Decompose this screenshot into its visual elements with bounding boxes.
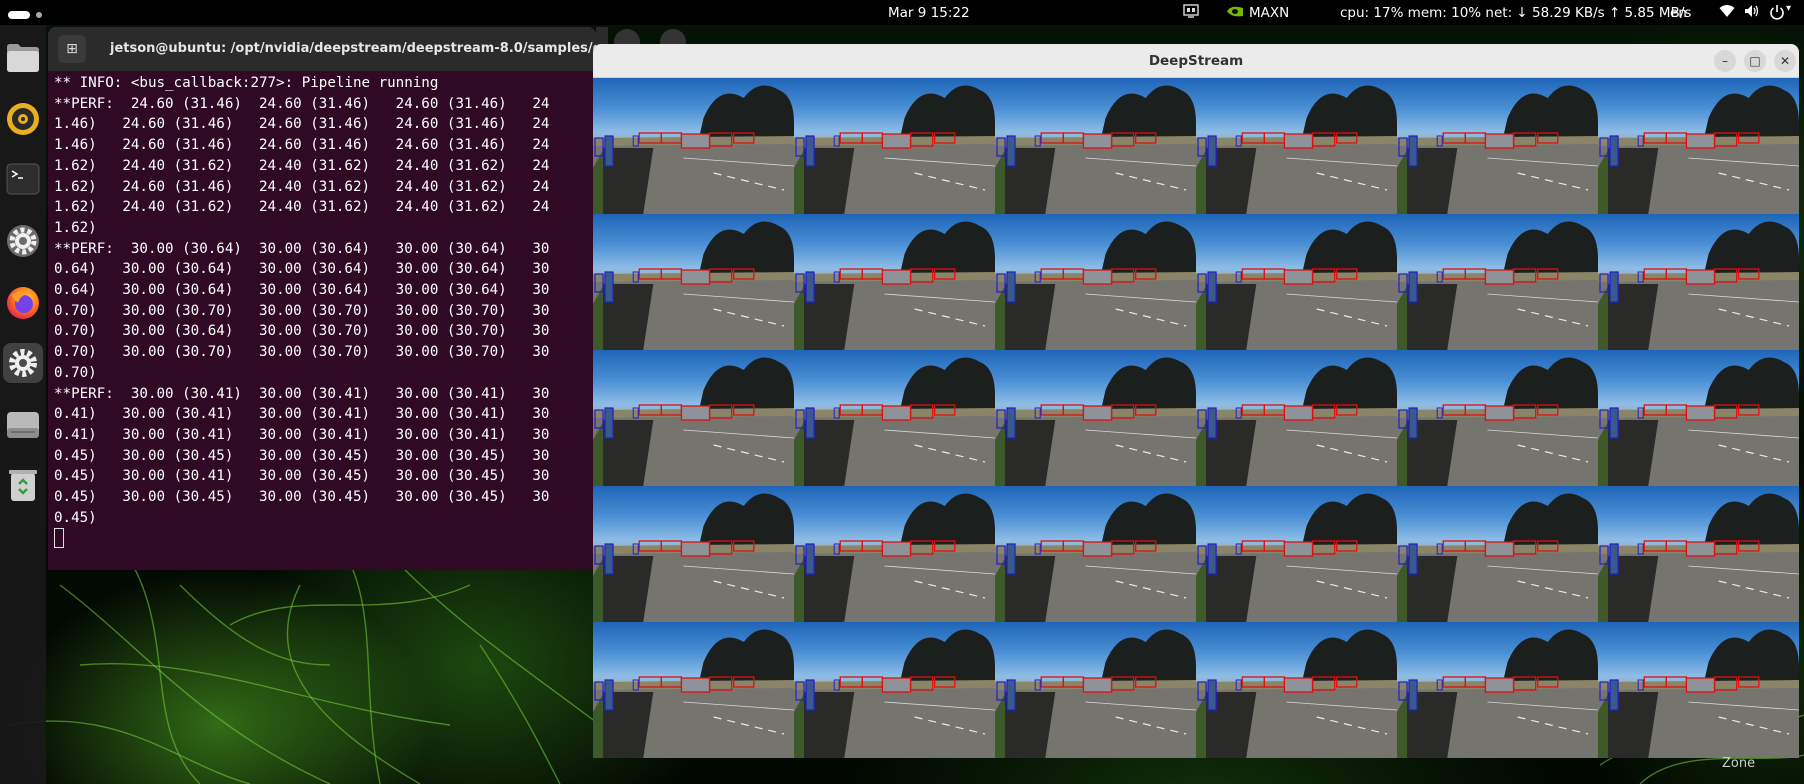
terminal-title: jetson@ubuntu: /opt/nvidia/deepstream/de… — [110, 41, 596, 56]
video-tile — [794, 622, 995, 758]
terminal-line: **PERF: 24.60 (31.46) 24.60 (31.46) 24.6… — [54, 95, 550, 112]
new-tab-button[interactable]: ⊞ — [58, 35, 86, 63]
desktop-zone-label: Zone — [1722, 756, 1756, 771]
terminal-line: 0.64) 30.00 (30.64) 30.00 (30.64) 30.00 … — [54, 282, 550, 299]
maximize-button[interactable]: □ — [1744, 50, 1766, 72]
video-tile — [593, 78, 794, 214]
window-title: DeepStream — [1148, 53, 1244, 69]
workspace-dot[interactable] — [36, 12, 42, 18]
deepstream-window[interactable]: DeepStream – □ ✕ — [593, 44, 1799, 758]
files-icon[interactable] — [3, 37, 43, 77]
video-tile — [995, 214, 1196, 350]
keyboard-language[interactable]: en — [1670, 5, 1687, 21]
video-tile — [1397, 78, 1598, 214]
power-icon[interactable] — [1769, 4, 1785, 24]
video-tile — [1598, 350, 1799, 486]
terminal-header[interactable]: ⊞ jetson@ubuntu: /opt/nvidia/deepstream/… — [48, 27, 596, 71]
terminal-line: 1.46) 24.60 (31.46) 24.60 (31.46) 24.60 … — [54, 116, 550, 133]
video-tile — [794, 350, 995, 486]
terminal-line: 0.45) 30.00 (30.45) 30.00 (30.45) 30.00 … — [54, 489, 550, 506]
terminal-line: 0.70) 30.00 (30.64) 30.00 (30.70) 30.00 … — [54, 323, 550, 340]
drive-icon[interactable] — [3, 405, 43, 445]
monitor-icon[interactable] — [1183, 4, 1199, 23]
video-tile — [1196, 78, 1397, 214]
terminal-line: 1.62) — [54, 219, 97, 236]
settings-icon[interactable] — [3, 221, 43, 261]
deepstream-titlebar[interactable]: DeepStream – □ ✕ — [593, 44, 1799, 78]
terminal-icon[interactable] — [3, 159, 43, 199]
video-tile — [1196, 214, 1397, 350]
trash-icon[interactable] — [3, 465, 43, 505]
rhythmbox-icon[interactable] — [3, 99, 43, 139]
terminal-line: 0.41) 30.00 (30.41) 30.00 (30.41) 30.00 … — [54, 426, 550, 443]
terminal-line: 0.70) 30.00 (30.70) 30.00 (30.70) 30.00 … — [54, 344, 550, 361]
terminal-line: 0.45) 30.00 (30.45) 30.00 (30.45) 30.00 … — [54, 447, 550, 464]
top-bar: Mar 9 15:22 MAXN cpu: 17% mem: 10% net: … — [0, 0, 1804, 25]
video-tile — [995, 486, 1196, 622]
wifi-icon[interactable] — [1719, 4, 1735, 22]
terminal-output[interactable]: ** INFO: <bus_callback:277>: Pipeline ru… — [54, 73, 594, 549]
terminal-header-tail — [596, 27, 608, 45]
nvidia-icon[interactable] — [1226, 5, 1244, 22]
video-tile — [1397, 486, 1598, 622]
video-tile — [794, 214, 995, 350]
video-tile — [593, 214, 794, 350]
terminal-line: 0.41) 30.00 (30.41) 30.00 (30.41) 30.00 … — [54, 406, 550, 423]
video-tile — [1598, 622, 1799, 758]
volume-icon[interactable] — [1744, 4, 1760, 22]
clock-date[interactable]: Mar 9 15:22 — [888, 5, 970, 21]
video-tile — [1598, 78, 1799, 214]
terminal-line: **PERF: 30.00 (30.64) 30.00 (30.64) 30.0… — [54, 240, 550, 257]
terminal-line: **PERF: 30.00 (30.41) 30.00 (30.41) 30.0… — [54, 385, 550, 402]
video-tile — [1196, 622, 1397, 758]
power-mode-label[interactable]: MAXN — [1249, 5, 1289, 21]
terminal-window[interactable]: ⊞ jetson@ubuntu: /opt/nvidia/deepstream/… — [48, 27, 596, 570]
video-tile — [995, 350, 1196, 486]
video-tile — [1397, 214, 1598, 350]
video-tile — [1397, 350, 1598, 486]
workspace-indicator[interactable] — [8, 7, 42, 23]
video-tile — [1196, 350, 1397, 486]
terminal-line: 0.70) 30.00 (30.70) 30.00 (30.70) 30.00 … — [54, 302, 550, 319]
video-tile — [1397, 622, 1598, 758]
terminal-line: 0.70) — [54, 364, 97, 381]
minimize-button[interactable]: – — [1714, 50, 1736, 72]
video-tile — [1598, 214, 1799, 350]
terminal-cursor — [54, 528, 594, 549]
terminal-line: 1.62) 24.40 (31.62) 24.40 (31.62) 24.40 … — [54, 157, 550, 174]
terminal-line: ** INFO: <bus_callback:277>: Pipeline ru… — [54, 75, 439, 91]
video-tile — [1598, 486, 1799, 622]
terminal-line: 0.45) 30.00 (30.41) 30.00 (30.45) 30.00 … — [54, 468, 550, 485]
workspace-active-pill[interactable] — [8, 11, 30, 19]
terminal-line: 0.45) — [54, 509, 97, 526]
video-grid — [593, 78, 1799, 758]
terminal-line: 1.62) 24.40 (31.62) 24.40 (31.62) 24.40 … — [54, 199, 550, 216]
terminal-line: 1.46) 24.60 (31.46) 24.60 (31.46) 24.60 … — [54, 137, 550, 154]
system-monitor-readout[interactable]: cpu: 17% mem: 10% net: ↓ 58.29 KB/s ↑ 5.… — [1340, 5, 1691, 21]
video-tile — [995, 78, 1196, 214]
video-tile — [794, 486, 995, 622]
system-menu-chevron-icon[interactable]: ▾ — [1786, 3, 1791, 14]
terminal-line: 1.62) 24.60 (31.46) 24.40 (31.62) 24.40 … — [54, 178, 550, 195]
settings-active-icon[interactable] — [3, 343, 43, 383]
firefox-icon[interactable] — [3, 283, 43, 323]
video-tile — [1196, 486, 1397, 622]
terminal-line: 0.64) 30.00 (30.64) 30.00 (30.64) 30.00 … — [54, 261, 550, 278]
dock — [0, 25, 46, 784]
video-tile — [593, 486, 794, 622]
video-tile — [593, 350, 794, 486]
video-tile — [995, 622, 1196, 758]
video-tile — [794, 78, 995, 214]
video-tile — [593, 622, 794, 758]
close-button[interactable]: ✕ — [1774, 50, 1796, 72]
